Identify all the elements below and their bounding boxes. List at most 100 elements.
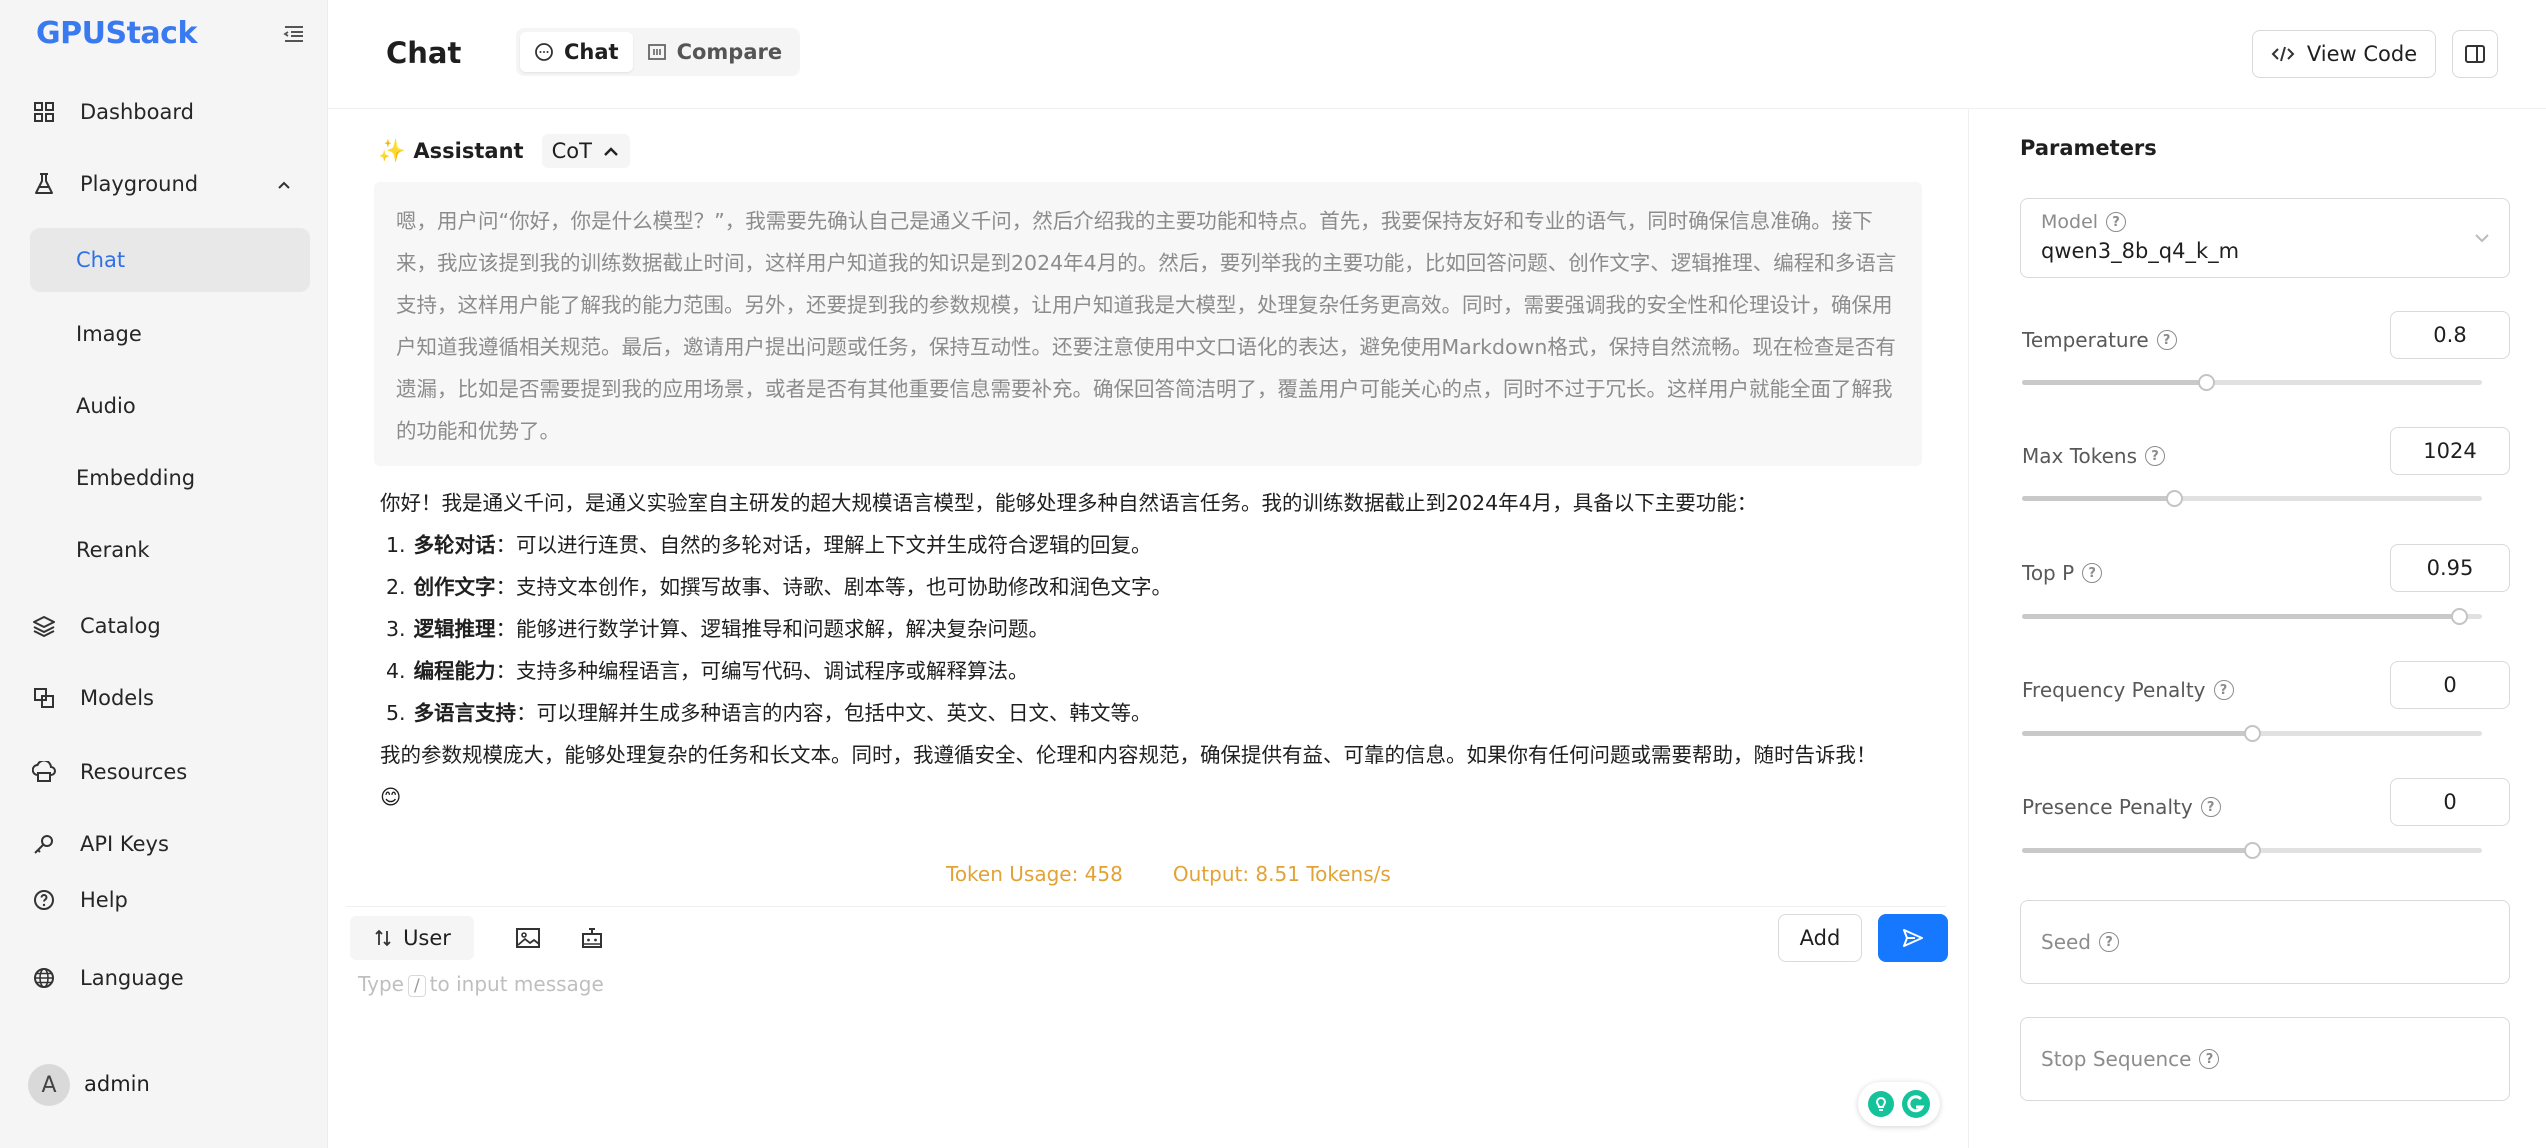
temperature-input[interactable]: 0.8 xyxy=(2390,311,2510,359)
feature-title: 多轮对话 xyxy=(413,533,496,557)
sidebar: GPUStack Dashboard Playground Chat Image… xyxy=(0,0,328,1148)
help-icon[interactable]: ? xyxy=(2145,446,2166,466)
slider-handle[interactable] xyxy=(2165,490,2183,507)
tab-chat[interactable]: Chat xyxy=(520,32,633,72)
sidebar-subitem-label: Audio xyxy=(76,394,136,418)
slider-handle[interactable] xyxy=(2244,842,2261,859)
output-speed: Output: 8.51 Tokens/s xyxy=(1172,862,1391,886)
model-select[interactable]: Model? qwen3_8b_q4_k_m xyxy=(2020,198,2510,278)
sparkle-icon: ✨ xyxy=(378,138,406,164)
stop-sequence-input[interactable]: Stop Sequence? xyxy=(2020,1017,2510,1101)
sidebar-item-label: Resources xyxy=(80,760,188,784)
header-divider xyxy=(328,108,2546,109)
param-name: Max Tokens xyxy=(2022,444,2138,468)
slider-handle[interactable] xyxy=(2198,374,2215,391)
assistant-answer: 你好！我是通义千问，是通义实验室自主研发的超大规模语言模型，能够处理多种自然语言… xyxy=(380,482,1940,818)
sidebar-subitem-label: Chat xyxy=(76,248,126,272)
floating-assistant-widget[interactable] xyxy=(1858,1082,1940,1126)
placeholder-text: to input message xyxy=(429,972,604,996)
help-icon[interactable]: ? xyxy=(2082,563,2103,583)
image-upload-icon[interactable] xyxy=(514,924,542,952)
view-code-label: View Code xyxy=(2306,42,2418,66)
feature-title: 逻辑推理 xyxy=(413,617,496,641)
tab-label: Compare xyxy=(676,40,783,64)
feature-desc: ：能够进行数学计算、逻辑推导和问题求解，解决复杂问题。 xyxy=(495,617,1050,641)
help-icon[interactable]: ? xyxy=(2213,680,2234,700)
parameters-title: Parameters xyxy=(2020,136,2157,160)
temperature-slider[interactable] xyxy=(2022,374,2482,391)
role-label: User xyxy=(403,926,451,950)
send-icon xyxy=(1903,929,1923,947)
help-icon[interactable]: ? xyxy=(2200,797,2221,817)
sidebar-item-label: Catalog xyxy=(80,614,161,638)
grammarly-icon xyxy=(1902,1090,1930,1118)
presence-penalty-slider[interactable] xyxy=(2022,842,2482,859)
param-name: Temperature xyxy=(2022,328,2149,352)
gpustack-logo[interactable]: GPUStack xyxy=(36,16,197,51)
toggle-panel-button[interactable] xyxy=(2452,30,2498,78)
add-message-button[interactable]: Add xyxy=(1778,914,1862,962)
sidebar-item-language[interactable]: Language xyxy=(30,948,310,1008)
compare-icon xyxy=(647,44,666,60)
frequency-penalty-input[interactable]: 0 xyxy=(2390,661,2510,709)
param-name: Presence Penalty xyxy=(2022,795,2193,819)
token-stats: Token Usage: 458 Output: 8.51 Tokens/s xyxy=(946,862,1391,886)
presence-penalty-input[interactable]: 0 xyxy=(2390,778,2510,826)
help-icon[interactable]: ? xyxy=(2106,212,2127,232)
tab-compare[interactable]: Compare xyxy=(633,32,797,72)
avatar[interactable]: A xyxy=(28,1064,70,1106)
feature-desc: ：支持文本创作，如撰写故事、诗歌、剧本等，也可协助修改和润色文字。 xyxy=(495,575,1173,599)
slider-handle[interactable] xyxy=(2451,608,2468,625)
top-p-input[interactable]: 0.95 xyxy=(2390,544,2510,592)
cot-label: CoT xyxy=(551,139,592,163)
sidebar-item-models[interactable]: Models xyxy=(30,668,310,728)
sidebar-item-resources[interactable]: Resources xyxy=(30,742,310,802)
role-switch-button[interactable]: User xyxy=(350,916,474,960)
sidebar-item-dashboard[interactable]: Dashboard xyxy=(30,82,310,142)
presence-penalty-label: Presence Penalty? xyxy=(2022,795,2221,819)
globe-icon xyxy=(30,964,58,992)
sidebar-subitem-audio[interactable]: Audio xyxy=(30,374,310,438)
sidebar-subitem-rerank[interactable]: Rerank xyxy=(30,518,310,582)
feature-desc: ：可以进行连贯、自然的多轮对话，理解上下文并生成符合逻辑的回复。 xyxy=(495,533,1152,557)
sidebar-item-catalog[interactable]: Catalog xyxy=(30,596,310,656)
sidebar-item-label: Language xyxy=(80,966,184,990)
mode-tabs: Chat Compare xyxy=(516,28,801,76)
stop-sequence-label: Stop Sequence xyxy=(2041,1047,2192,1071)
sidebar-subitem-chat[interactable]: Chat xyxy=(30,228,310,292)
page-title: Chat xyxy=(386,36,462,70)
list-item: 3. 逻辑推理：能够进行数学计算、逻辑推导和问题求解，解决复杂问题。 xyxy=(380,608,1940,650)
frequency-penalty-slider[interactable] xyxy=(2022,725,2482,742)
feature-title: 多语言支持 xyxy=(413,701,517,725)
sidebar-subitem-image[interactable]: Image xyxy=(30,302,310,366)
collapse-sidebar-icon[interactable] xyxy=(282,22,306,46)
sidebar-item-api-keys[interactable]: API Keys xyxy=(30,814,310,874)
send-button[interactable] xyxy=(1878,914,1948,962)
slider-handle[interactable] xyxy=(2244,725,2261,742)
list-item: 5. 多语言支持：可以理解并生成多种语言的内容，包括中文、英文、日文、韩文等。 xyxy=(380,692,1940,734)
slider-fill xyxy=(2022,848,2252,853)
params-divider xyxy=(1968,108,1969,1148)
help-icon[interactable]: ? xyxy=(2199,1049,2220,1069)
robot-icon[interactable] xyxy=(578,924,606,952)
view-code-button[interactable]: View Code xyxy=(2252,30,2436,78)
sidebar-subitem-embedding[interactable]: Embedding xyxy=(30,446,310,510)
shortcut-key: / xyxy=(407,975,426,997)
message-input[interactable]: Type / to input message xyxy=(358,972,604,997)
chevron-up-icon xyxy=(604,147,618,156)
user-name[interactable]: admin xyxy=(84,1072,150,1096)
answer-intro: 你好！我是通义千问，是通义实验室自主研发的超大规模语言模型，能够处理多种自然语言… xyxy=(380,491,1758,515)
seed-input[interactable]: Seed? xyxy=(2020,900,2510,984)
top-p-slider[interactable] xyxy=(2022,608,2482,625)
max-tokens-slider[interactable] xyxy=(2022,490,2482,507)
help-icon[interactable]: ? xyxy=(2156,330,2177,350)
sidebar-item-playground[interactable]: Playground xyxy=(30,154,310,214)
help-icon[interactable]: ? xyxy=(2099,932,2119,952)
sidebar-item-help[interactable]: Help xyxy=(30,870,310,930)
max-tokens-input[interactable]: 1024 xyxy=(2390,427,2510,475)
param-name: Top P xyxy=(2022,561,2075,585)
feature-title: 编程能力 xyxy=(413,659,496,683)
chevron-up-icon[interactable] xyxy=(276,174,292,198)
list-number: 3. xyxy=(386,617,406,641)
cot-toggle[interactable]: CoT xyxy=(541,134,630,168)
